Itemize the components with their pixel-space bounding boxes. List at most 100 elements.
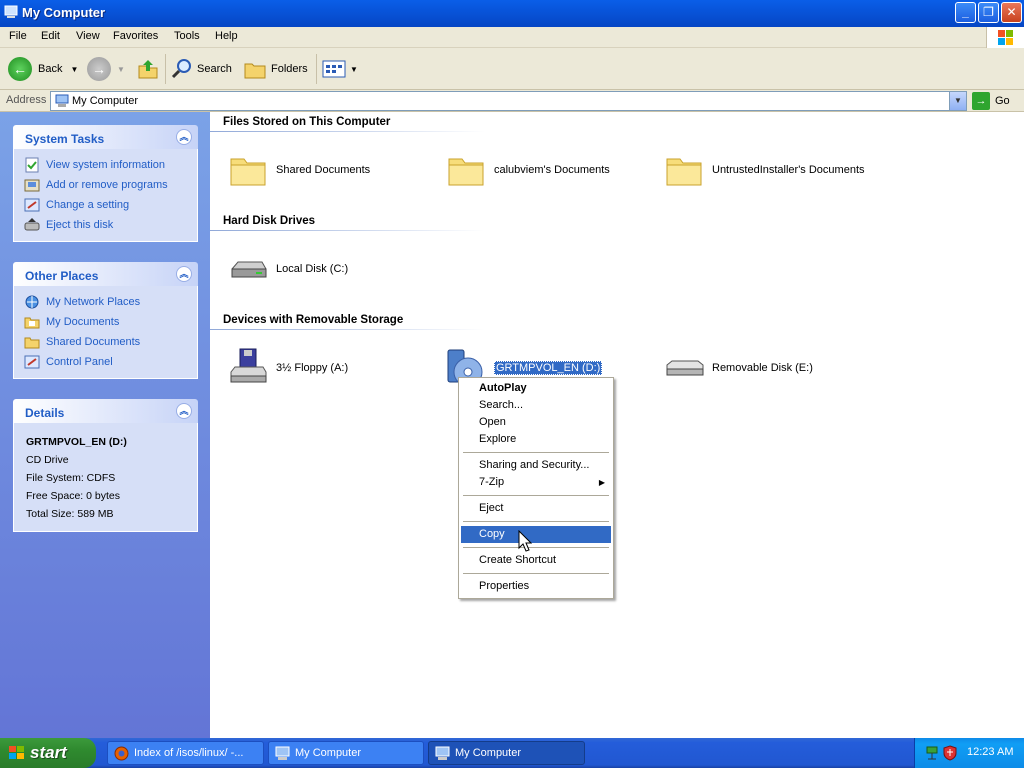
group-removable-storage: Devices with Removable Storage (223, 314, 404, 326)
windows-flag-icon (9, 746, 24, 759)
system-tasks-title: System Tasks (25, 132, 105, 146)
content-pane: Files Stored on This Computer Shared Doc… (210, 112, 1024, 738)
views-button[interactable]: ▼ (322, 54, 358, 84)
menu-item-7zip[interactable]: 7-Zip ▶ (461, 474, 611, 491)
task-my-computer-2[interactable]: My Computer (428, 741, 585, 765)
start-button[interactable]: start (0, 738, 96, 768)
menu-item-search[interactable]: Search... (461, 397, 611, 414)
menu-favorites[interactable]: Favorites (113, 30, 158, 42)
system-tasks-header[interactable]: System Tasks ︽ (13, 125, 198, 149)
other-places-title: Other Places (25, 269, 99, 283)
views-icon (322, 60, 346, 78)
close-button[interactable]: ✕ (1001, 2, 1022, 23)
other-places-header[interactable]: Other Places ︽ (13, 262, 198, 286)
menu-item-create-shortcut[interactable]: Create Shortcut (461, 552, 611, 569)
task-label: Index of /isos/linux/ -... (134, 747, 244, 759)
network-tray-icon[interactable] (925, 745, 939, 761)
removable-disk-e-item[interactable]: Removable Disk (E:) (664, 348, 813, 388)
item-label: Removable Disk (E:) (712, 362, 813, 374)
windows-logo-icon (986, 27, 1024, 48)
menu-item-sharing-security[interactable]: Sharing and Security... (461, 457, 611, 474)
menu-item-autoplay[interactable]: AutoPlay (461, 380, 611, 397)
go-arrow-icon: → (972, 92, 990, 110)
add-remove-icon (24, 179, 40, 192)
item-label-selected: GRTMPVOL_EN (D:) (494, 361, 603, 375)
my-documents-link[interactable]: My Documents (24, 312, 197, 332)
my-computer-icon (55, 94, 69, 107)
untrustedinstaller-documents-item[interactable]: UntrustedInstaller's Documents (664, 150, 865, 190)
task-firefox[interactable]: Index of /isos/linux/ -... (107, 741, 264, 765)
details-name: GRTMPVOL_EN (D:) (26, 436, 127, 448)
maximize-icon: ❐ (983, 5, 994, 19)
minimize-icon: _ (962, 5, 969, 19)
security-shield-icon[interactable] (943, 745, 957, 761)
search-label: Search (197, 63, 232, 75)
close-icon: ✕ (1006, 5, 1017, 19)
window-title: My Computer (22, 5, 106, 20)
collapse-icon[interactable]: ︽ (176, 129, 192, 145)
forward-dropdown-icon[interactable]: ▼ (117, 65, 125, 74)
shared-documents-link[interactable]: Shared Documents (24, 332, 197, 352)
menu-separator (463, 495, 609, 496)
back-button[interactable]: ← Back ▼ (8, 54, 78, 84)
menu-edit[interactable]: Edit (41, 30, 60, 42)
system-tray: 12:23 AM (914, 738, 1024, 768)
menu-bar: File Edit View Favorites Tools Help (0, 27, 1024, 48)
collapse-icon[interactable]: ︽ (176, 266, 192, 282)
group-divider (210, 230, 485, 231)
change-setting-link[interactable]: Change a setting (24, 195, 197, 215)
menu-item-properties[interactable]: Properties (461, 578, 611, 595)
item-label: UntrustedInstaller's Documents (712, 164, 865, 176)
collapse-icon[interactable]: ︽ (176, 403, 192, 419)
local-disk-c-item[interactable]: Local Disk (C:) (228, 249, 348, 289)
shared-documents-item[interactable]: Shared Documents (228, 150, 370, 190)
other-places-panel: Other Places ︽ My Network Places My Docum… (13, 262, 198, 379)
eject-icon (24, 218, 40, 231)
my-network-places-link[interactable]: My Network Places (24, 292, 197, 312)
add-remove-programs-link[interactable]: Add or remove programs (24, 175, 197, 195)
search-icon (171, 59, 191, 79)
menu-item-eject[interactable]: Eject (461, 500, 611, 517)
minimize-button[interactable]: _ (955, 2, 976, 23)
menu-item-copy[interactable]: Copy (461, 526, 611, 543)
item-label: calubviem's Documents (494, 164, 610, 176)
details-header[interactable]: Details ︽ (13, 399, 198, 423)
maximize-button[interactable]: ❐ (978, 2, 999, 23)
menu-help[interactable]: Help (215, 30, 238, 42)
menu-separator (463, 521, 609, 522)
address-input[interactable]: My Computer ▼ (50, 91, 967, 111)
clock[interactable]: 12:23 AM (967, 746, 1013, 758)
menu-file[interactable]: File (9, 30, 27, 42)
title-bar[interactable]: My Computer _ ❐ ✕ (0, 0, 1024, 27)
back-dropdown-icon[interactable]: ▼ (70, 65, 78, 74)
floppy-drive-icon (230, 348, 267, 383)
calubviem-documents-item[interactable]: calubviem's Documents (446, 150, 610, 190)
go-button[interactable]: → Go (972, 91, 1010, 111)
task-pane: System Tasks ︽ View system information Ad… (0, 112, 210, 738)
menu-view[interactable]: View (76, 30, 100, 42)
menu-tools[interactable]: Tools (174, 30, 200, 42)
forward-button[interactable]: → ▼ (87, 54, 125, 84)
start-label: start (30, 743, 67, 762)
eject-disk-link[interactable]: Eject this disk (24, 215, 197, 235)
hard-drive-icon (231, 261, 267, 278)
control-panel-link[interactable]: Control Panel (24, 352, 197, 372)
search-button[interactable]: Search (171, 54, 232, 84)
back-label: Back (38, 63, 63, 75)
group-divider (210, 329, 485, 330)
folder-icon (24, 337, 40, 349)
floppy-a-item[interactable]: 3½ Floppy (A:) (228, 348, 348, 388)
menu-item-7zip-label: 7-Zip (479, 476, 505, 488)
details-type: CD Drive (26, 454, 69, 466)
removable-disk-icon (666, 360, 704, 376)
menu-item-explore[interactable]: Explore (461, 431, 611, 448)
address-dropdown-icon[interactable]: ▼ (949, 92, 966, 110)
view-system-information-link[interactable]: View system information (24, 155, 197, 175)
folders-button[interactable]: Folders (243, 54, 308, 84)
up-folder-button[interactable] (136, 54, 160, 84)
menu-item-open[interactable]: Open (461, 414, 611, 431)
task-my-computer-1[interactable]: My Computer (268, 741, 424, 765)
mouse-cursor-icon (518, 530, 532, 552)
folder-icon (230, 158, 266, 186)
group-hard-disk-drives: Hard Disk Drives (223, 215, 316, 227)
